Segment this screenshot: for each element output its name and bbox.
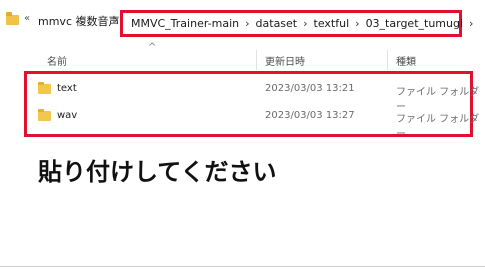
breadcrumb-separator-icon[interactable]: › <box>355 17 359 30</box>
breadcrumb-separator-icon[interactable]: › <box>114 13 118 26</box>
column-header-name[interactable]: 名前 <box>47 53 67 68</box>
breadcrumb-overflow-icon[interactable]: « <box>24 13 30 24</box>
column-headers: 名前 更新日時 種類 <box>0 50 485 72</box>
file-date: 2023/03/03 13:27 <box>265 110 355 121</box>
breadcrumb-separator-icon[interactable]: › <box>245 17 249 30</box>
breadcrumb-item-dataset[interactable]: dataset <box>256 17 298 30</box>
divider <box>0 266 485 267</box>
breadcrumb-separator-icon[interactable]: › <box>469 17 473 30</box>
breadcrumb-separator-icon[interactable]: › <box>303 17 307 30</box>
file-name: wav <box>57 110 78 121</box>
address-bar[interactable]: « mmvc 複数音声 › MMVC_Trainer-main › datase… <box>0 0 485 42</box>
column-header-date[interactable]: 更新日時 <box>265 53 305 68</box>
column-header-type[interactable]: 種類 <box>396 53 416 68</box>
breadcrumb-item-mmvc[interactable]: mmvc 複数音声 <box>38 13 120 29</box>
file-date: 2023/03/03 13:21 <box>265 83 355 94</box>
paste-instruction-text: 貼り付けしてください <box>38 158 277 186</box>
file-explorer-window: « mmvc 複数音声 › MMVC_Trainer-main › datase… <box>0 0 485 273</box>
list-item[interactable]: wav 2023/03/03 13:27 ファイル フォルダー <box>0 106 485 140</box>
column-divider[interactable] <box>256 50 257 70</box>
breadcrumb-item-mmvc-trainer-main[interactable]: MMVC_Trainer-main <box>131 17 239 30</box>
breadcrumb-item-03-target-tumugi[interactable]: 03_target_tumugi <box>366 17 463 30</box>
highlighted-path-box: MMVC_Trainer-main › dataset › textful › … <box>120 10 473 37</box>
file-name: text <box>57 83 77 94</box>
column-divider[interactable] <box>387 50 388 70</box>
breadcrumb-item-textful[interactable]: textful <box>314 17 350 30</box>
file-type: ファイル フォルダー <box>396 114 480 140</box>
folder-icon <box>6 12 19 25</box>
folder-icon <box>38 82 51 94</box>
folder-icon <box>38 109 51 121</box>
list-item[interactable]: text 2023/03/03 13:21 ファイル フォルダー <box>0 79 485 113</box>
